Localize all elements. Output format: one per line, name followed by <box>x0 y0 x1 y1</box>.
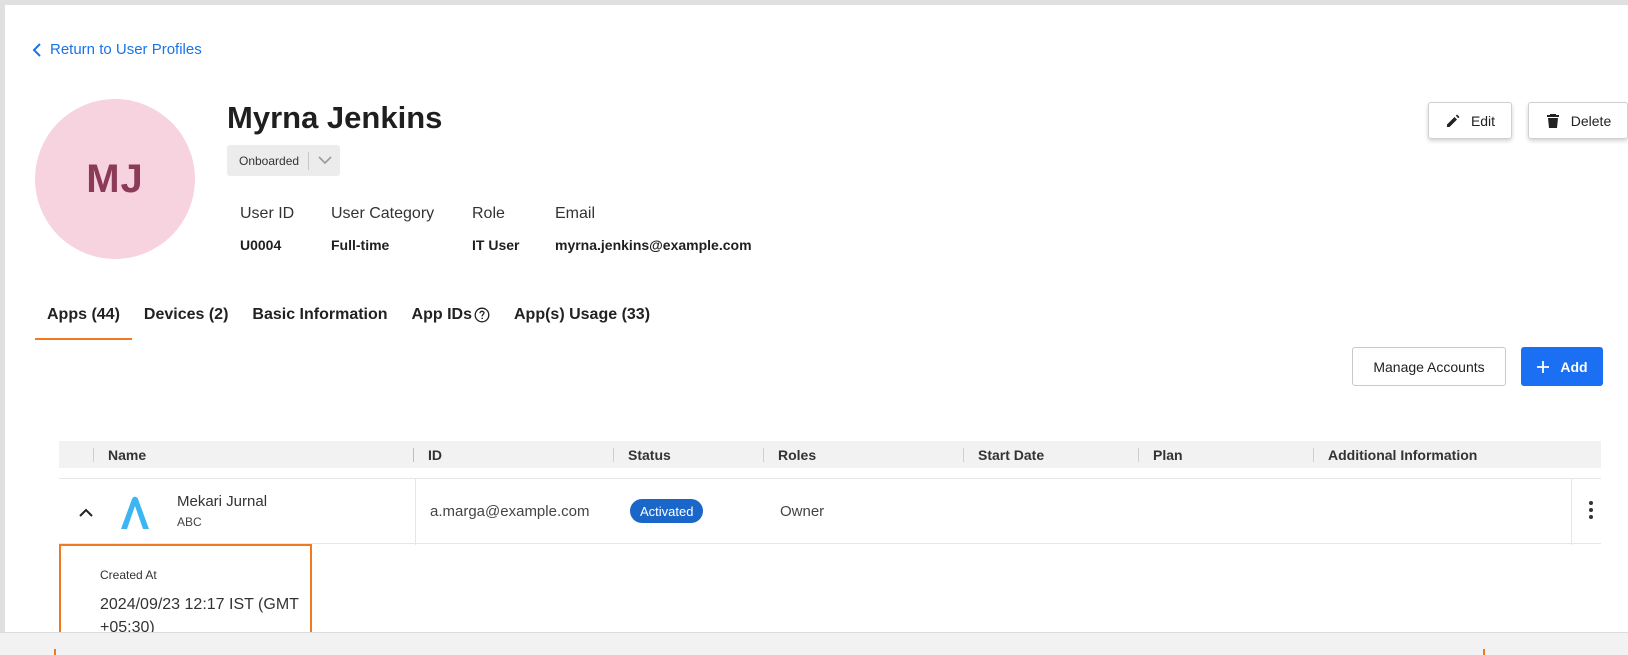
table-row: Mekari Jurnal ABC a.marga@example.com Ac… <box>59 478 1601 545</box>
column-header-name[interactable]: Name <box>93 441 146 468</box>
collapse-row-button[interactable] <box>77 503 95 521</box>
role-value: IT User <box>472 237 520 253</box>
column-header-additional-information[interactable]: Additional Information <box>1313 441 1477 468</box>
tab-devices[interactable]: Devices (2) <box>132 298 241 340</box>
edit-button[interactable]: Edit <box>1428 102 1512 139</box>
row-detail-panel: Created At 2024/09/23 12:17 IST (GMT +05… <box>59 544 312 645</box>
plus-icon <box>1537 360 1550 373</box>
pencil-icon <box>1446 114 1460 127</box>
more-options-icon[interactable] <box>1586 501 1596 521</box>
tab-app-ids[interactable]: App IDs <box>400 298 502 340</box>
user-category-label: User Category <box>331 205 435 222</box>
edit-button-label: Edit <box>1470 112 1496 129</box>
account-id-cell: a.marga@example.com <box>430 503 590 520</box>
app-subtitle: ABC <box>177 515 202 529</box>
trash-icon <box>1546 113 1559 128</box>
back-link-label: Return to User Profiles <box>50 41 202 58</box>
user-category-value: Full-time <box>331 237 390 253</box>
column-header-id[interactable]: ID <box>413 441 442 468</box>
bottom-scroll-area <box>0 632 1628 655</box>
user-id-value: U0004 <box>240 237 282 253</box>
role-label: Role <box>472 205 505 222</box>
column-header-start-date[interactable]: Start Date <box>963 441 1044 468</box>
chevron-up-icon <box>79 508 93 517</box>
chevron-down-icon[interactable] <box>309 156 340 165</box>
highlight-marker <box>1483 649 1485 655</box>
chevron-left-icon <box>32 42 41 57</box>
tab-basic-information[interactable]: Basic Information <box>240 298 399 340</box>
column-divider <box>1571 479 1572 545</box>
column-header-roles[interactable]: Roles <box>763 441 816 468</box>
back-link[interactable]: Return to User Profiles <box>32 41 202 58</box>
tab-app-usage[interactable]: App(s) Usage (33) <box>502 298 662 340</box>
manage-accounts-label: Manage Accounts <box>1373 358 1485 375</box>
created-at-label: Created At <box>100 568 157 582</box>
user-id-label: User ID <box>240 205 295 222</box>
tab-apps[interactable]: Apps (44) <box>35 298 132 340</box>
highlight-marker <box>54 649 56 655</box>
tab-label: Devices (2) <box>143 306 229 323</box>
tab-label: App(s) Usage (33) <box>514 306 651 323</box>
add-button[interactable]: Add <box>1521 347 1603 386</box>
delete-button-label: Delete <box>1570 112 1612 129</box>
add-button-label: Add <box>1560 358 1588 375</box>
tab-bar: Apps (44) Devices (2) Basic Information … <box>35 298 662 340</box>
help-circle-icon[interactable] <box>474 307 490 323</box>
tab-label: App IDs <box>411 306 472 323</box>
status-dropdown[interactable]: Onboarded <box>227 145 340 176</box>
delete-button[interactable]: Delete <box>1528 102 1628 139</box>
manage-accounts-button[interactable]: Manage Accounts <box>1352 347 1506 386</box>
email-label: Email <box>555 205 596 222</box>
apps-table: Name ID Status Roles Start Date Plan Add… <box>59 441 1601 545</box>
column-header-plan[interactable]: Plan <box>1138 441 1183 468</box>
tab-label: Apps (44) <box>47 306 120 323</box>
roles-cell: Owner <box>780 503 825 520</box>
user-name: Myrna Jenkins <box>227 100 443 135</box>
tab-label: Basic Information <box>252 306 388 323</box>
app-logo-icon <box>121 496 149 529</box>
avatar-initials: MJ <box>86 156 144 201</box>
app-name: Mekari Jurnal <box>177 493 268 510</box>
status-value: Onboarded <box>239 153 300 168</box>
status-badge: Activated <box>630 499 704 523</box>
column-header-status[interactable]: Status <box>613 441 671 468</box>
column-divider <box>415 479 416 545</box>
table-header: Name ID Status Roles Start Date Plan Add… <box>59 441 1601 468</box>
email-value: myrna.jenkins@example.com <box>555 237 752 253</box>
avatar: MJ <box>35 99 195 259</box>
